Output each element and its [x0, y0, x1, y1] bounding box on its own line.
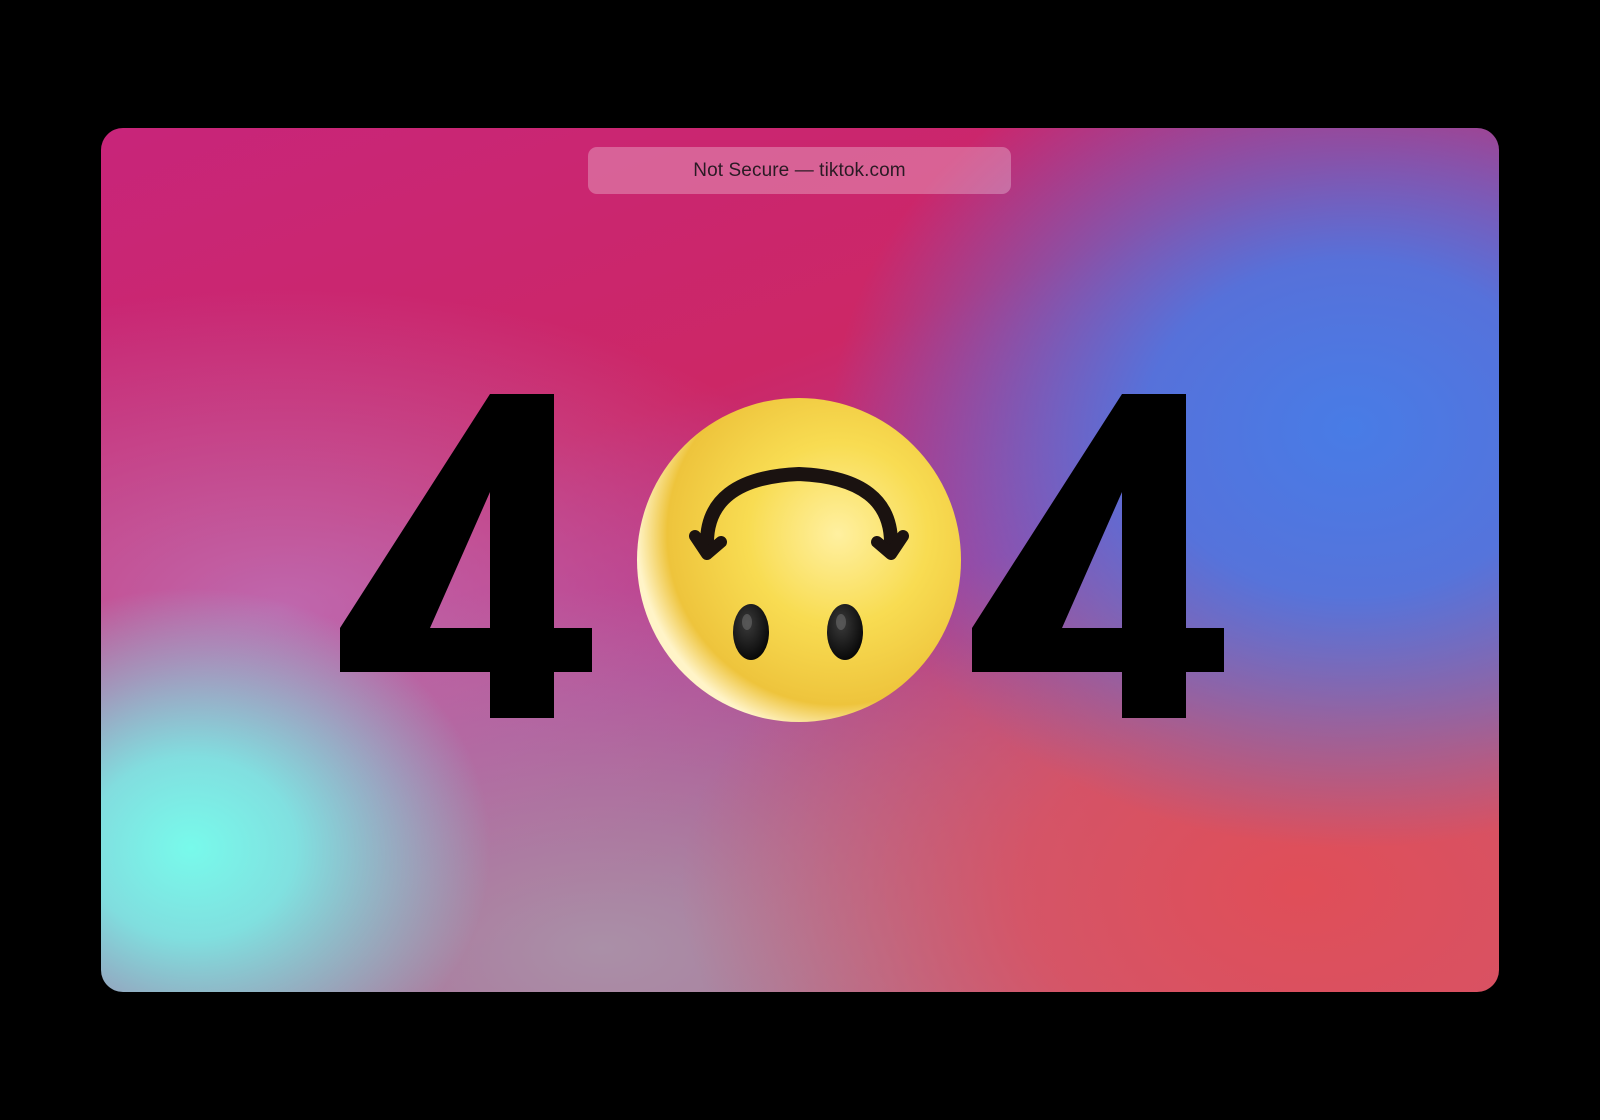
- error-digit-left: [340, 388, 640, 728]
- upside-down-face-emoji: [635, 396, 963, 724]
- address-bar-text: Not Secure — tiktok.com: [693, 159, 906, 181]
- screen: Not Secure — tiktok.com: [0, 0, 1600, 1120]
- address-bar[interactable]: Not Secure — tiktok.com: [588, 147, 1011, 194]
- error-digit-right: [972, 388, 1272, 728]
